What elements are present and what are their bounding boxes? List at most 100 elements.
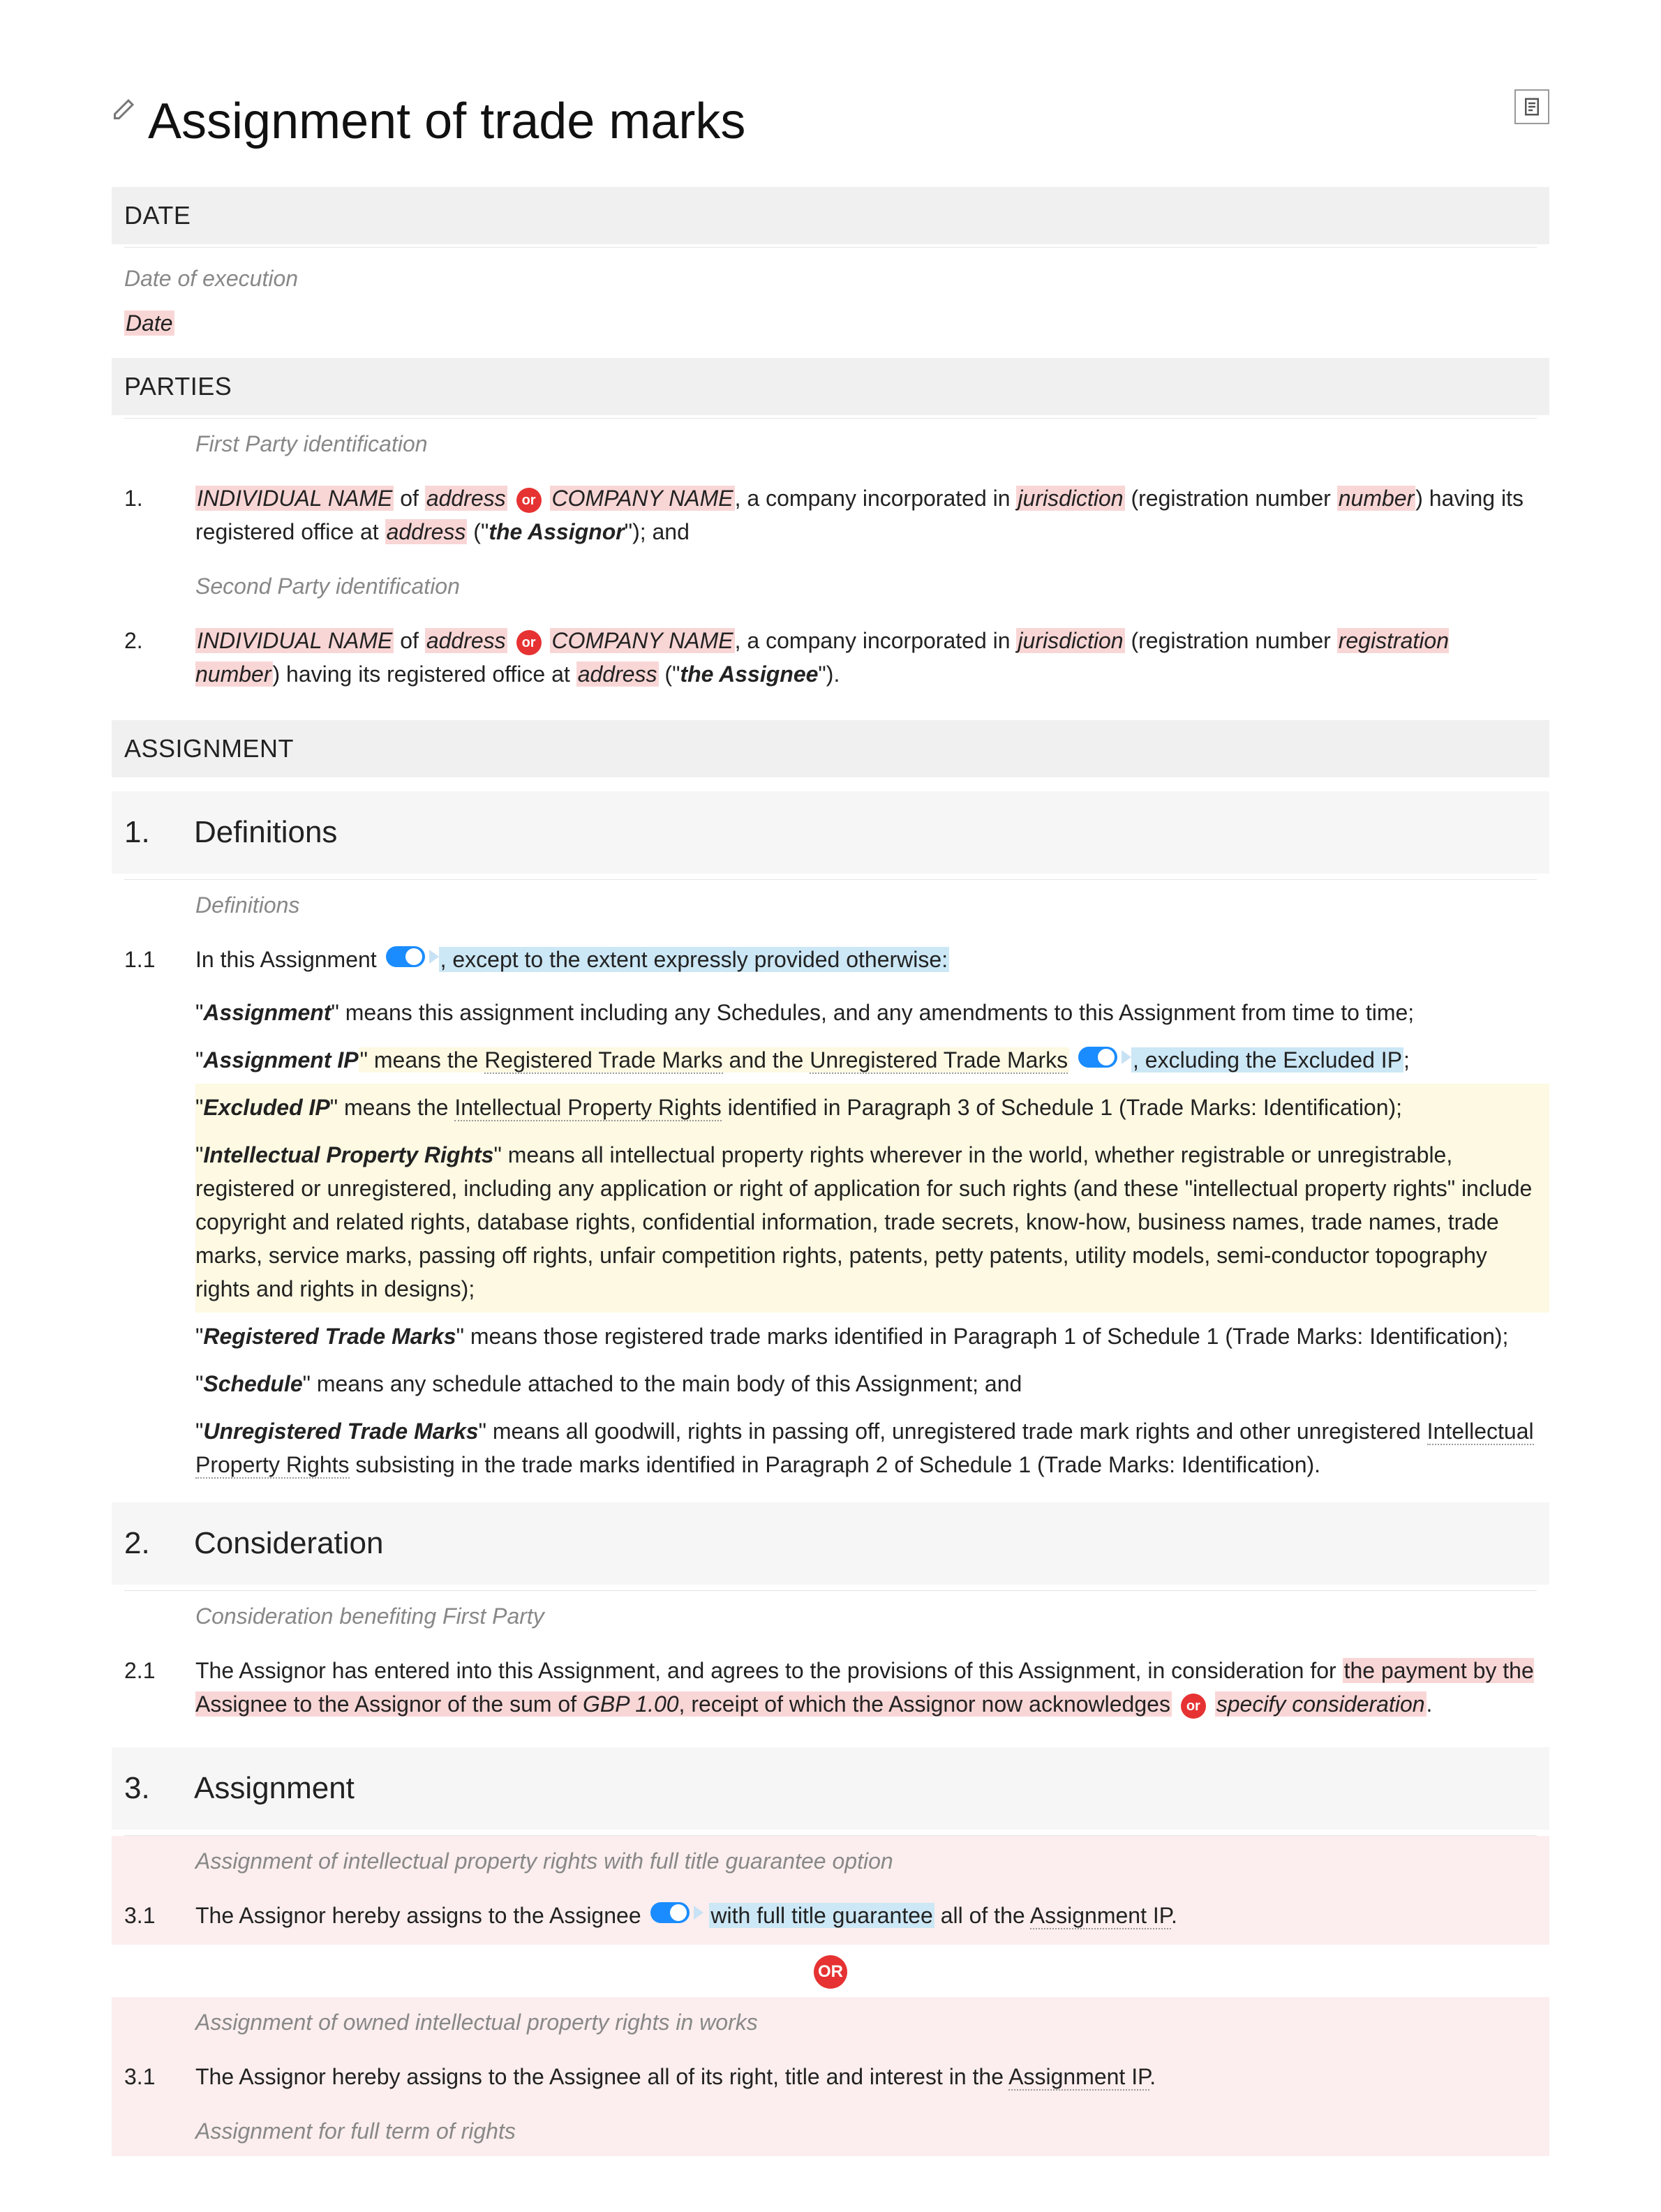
party1-regnumber-placeholder[interactable]: number bbox=[1337, 486, 1416, 511]
edit-icon[interactable] bbox=[112, 96, 137, 121]
clause-1-1: 1.1 In this Assignment , except to the e… bbox=[112, 930, 1549, 989]
term-assignment: Assignment bbox=[203, 1000, 331, 1025]
clause-3-1b-note: Assignment of owned intellectual propert… bbox=[112, 1997, 1549, 2047]
clause-3-1a: 3.1 The Assignor hereby assigns to the A… bbox=[112, 1886, 1549, 1945]
party2-company-placeholder[interactable]: COMPANY NAME bbox=[550, 628, 734, 653]
text: The Assignor hereby assigns to the Assig… bbox=[195, 1903, 648, 1928]
section-1-title: Definitions bbox=[194, 809, 337, 855]
text: , a company incorporated in bbox=[735, 486, 1017, 511]
clause-3-1b: 3.1 The Assignor hereby assigns to the A… bbox=[112, 2047, 1549, 2106]
optional-text: , except to the extent expressly provide… bbox=[439, 947, 950, 972]
party1-address-placeholder[interactable]: address bbox=[425, 486, 507, 511]
toggle-switch[interactable] bbox=[650, 1902, 690, 1923]
text: "). bbox=[818, 662, 840, 687]
toggle-switch[interactable] bbox=[386, 946, 425, 967]
toggle-switch[interactable] bbox=[1078, 1047, 1117, 1068]
text: " means the bbox=[360, 1047, 485, 1073]
def-utm: "Unregistered Trade Marks" means all goo… bbox=[112, 1407, 1549, 1488]
text: . bbox=[1171, 1903, 1177, 1928]
text: , a company incorporated in bbox=[735, 628, 1017, 653]
document-outline-icon[interactable] bbox=[1514, 89, 1549, 124]
or-badge[interactable]: or bbox=[516, 488, 542, 513]
party1-company-placeholder[interactable]: COMPANY NAME bbox=[550, 486, 734, 511]
text: The Assignor hereby assigns to the Assig… bbox=[195, 2064, 1008, 2089]
text: The Assignor has entered into this Assig… bbox=[195, 1658, 1343, 1683]
text: "); and bbox=[625, 519, 690, 544]
section-1-number: 1. bbox=[124, 809, 194, 855]
optional-text: with full title guarantee bbox=[709, 1903, 934, 1928]
text: In this Assignment bbox=[195, 947, 377, 972]
def-ipr: "Intellectual Property Rights" means all… bbox=[195, 1131, 1549, 1313]
chevron-right-icon[interactable] bbox=[429, 950, 439, 964]
section-2-number: 2. bbox=[124, 1520, 194, 1567]
clause-3-1a-note: Assignment of intellectual property righ… bbox=[112, 1836, 1549, 1886]
text: subsisting in the trade marks identified… bbox=[350, 1452, 1321, 1477]
or-separator: OR bbox=[112, 1945, 1549, 1997]
text: (" bbox=[467, 519, 489, 544]
parties-header: PARTIES bbox=[112, 358, 1549, 415]
term-assignment-ip: Assignment IP bbox=[203, 1047, 358, 1073]
def-schedule: "Schedule" means any schedule attached t… bbox=[112, 1360, 1549, 1407]
link-ipr[interactable]: Intellectual Property Rights bbox=[454, 1095, 721, 1121]
title-row: Assignment of trade marks bbox=[112, 84, 1549, 159]
clause-3-1-option-a: Assignment of intellectual property righ… bbox=[112, 1836, 1549, 1945]
consideration-note: Consideration benefiting First Party bbox=[112, 1591, 1549, 1641]
term-rtm: Registered Trade Marks bbox=[203, 1324, 456, 1349]
text: (" bbox=[659, 662, 680, 687]
text: . bbox=[1427, 1691, 1433, 1717]
text: of bbox=[394, 628, 424, 653]
party1-block: 1. INDIVIDUAL NAME of address or COMPANY… bbox=[112, 469, 1549, 561]
clause-3-2-note: Assignment for full term of rights bbox=[112, 2106, 1549, 2156]
party1-name-placeholder[interactable]: INDIVIDUAL NAME bbox=[195, 486, 394, 511]
text: identified in Paragraph 3 of Schedule 1 … bbox=[722, 1095, 1402, 1120]
link-assignment-ip[interactable]: Assignment IP bbox=[1008, 2064, 1149, 2091]
clause-3-1a-number: 3.1 bbox=[124, 1899, 180, 1932]
section-3-heading: 3. Assignment bbox=[112, 1747, 1549, 1830]
term-schedule: Schedule bbox=[203, 1371, 302, 1396]
link-utm[interactable]: Unregistered Trade Marks bbox=[810, 1047, 1068, 1074]
date-value-row: Date bbox=[112, 304, 1549, 358]
assignment-header: ASSIGNMENT bbox=[112, 720, 1549, 777]
clause-1-1-number: 1.1 bbox=[124, 943, 180, 976]
link-rtm[interactable]: Registered Trade Marks bbox=[484, 1047, 722, 1074]
party1-jurisdiction-placeholder[interactable]: jurisdiction bbox=[1016, 486, 1124, 511]
party2-block: 2. INDIVIDUAL NAME of address or COMPANY… bbox=[112, 611, 1549, 703]
or-badge[interactable]: or bbox=[1181, 1694, 1206, 1719]
optional-text: , excluding the Excluded IP bbox=[1131, 1047, 1403, 1073]
date-note: Date of execution bbox=[112, 248, 1549, 304]
text: and the bbox=[723, 1047, 810, 1073]
text: all of the bbox=[934, 1903, 1030, 1928]
term-ipr: Intellectual Property Rights bbox=[203, 1142, 493, 1167]
party2-address2-placeholder[interactable]: address bbox=[576, 662, 659, 687]
date-placeholder[interactable]: Date bbox=[124, 311, 174, 336]
link-assignment-ip[interactable]: Assignment IP bbox=[1030, 1903, 1171, 1929]
text: " means any schedule attached to the mai… bbox=[303, 1371, 1022, 1396]
section-2-heading: 2. Consideration bbox=[112, 1502, 1549, 1585]
clause-3-1-option-b: Assignment of owned intellectual propert… bbox=[112, 1997, 1549, 2156]
clause-3-1b-number: 3.1 bbox=[124, 2060, 180, 2093]
chevron-right-icon[interactable] bbox=[694, 1906, 703, 1920]
definitions-note: Definitions bbox=[112, 880, 1549, 930]
or-badge[interactable]: or bbox=[516, 630, 542, 655]
text: , receipt of which the Assignor now ackn… bbox=[679, 1691, 1170, 1717]
amount-placeholder[interactable]: GBP 1.00 bbox=[583, 1691, 679, 1717]
party2-number: 2. bbox=[124, 624, 180, 657]
party2-address-placeholder[interactable]: address bbox=[425, 628, 507, 653]
party1-role: the Assignor bbox=[489, 519, 624, 544]
text: ; bbox=[1403, 1047, 1410, 1073]
def-assignment: "Assignment" means this assignment inclu… bbox=[112, 989, 1549, 1036]
text: ) having its registered office at bbox=[273, 662, 576, 687]
text: . bbox=[1149, 2064, 1156, 2089]
party2-jurisdiction-placeholder[interactable]: jurisdiction bbox=[1016, 628, 1124, 653]
party2-name-placeholder[interactable]: INDIVIDUAL NAME bbox=[195, 628, 394, 653]
text: (registration number bbox=[1125, 486, 1337, 511]
def-rtm: "Registered Trade Marks" means those reg… bbox=[112, 1313, 1549, 1360]
party1-address2-placeholder[interactable]: address bbox=[385, 519, 468, 544]
date-header: DATE bbox=[112, 187, 1549, 244]
or-badge-large[interactable]: OR bbox=[814, 1955, 847, 1989]
party2-note: Second Party identification bbox=[112, 561, 1549, 611]
chevron-right-icon[interactable] bbox=[1122, 1050, 1131, 1064]
specify-consideration-placeholder[interactable]: specify consideration bbox=[1215, 1691, 1427, 1717]
text: " means the bbox=[330, 1095, 455, 1120]
document-title: Assignment of trade marks bbox=[148, 84, 1514, 159]
